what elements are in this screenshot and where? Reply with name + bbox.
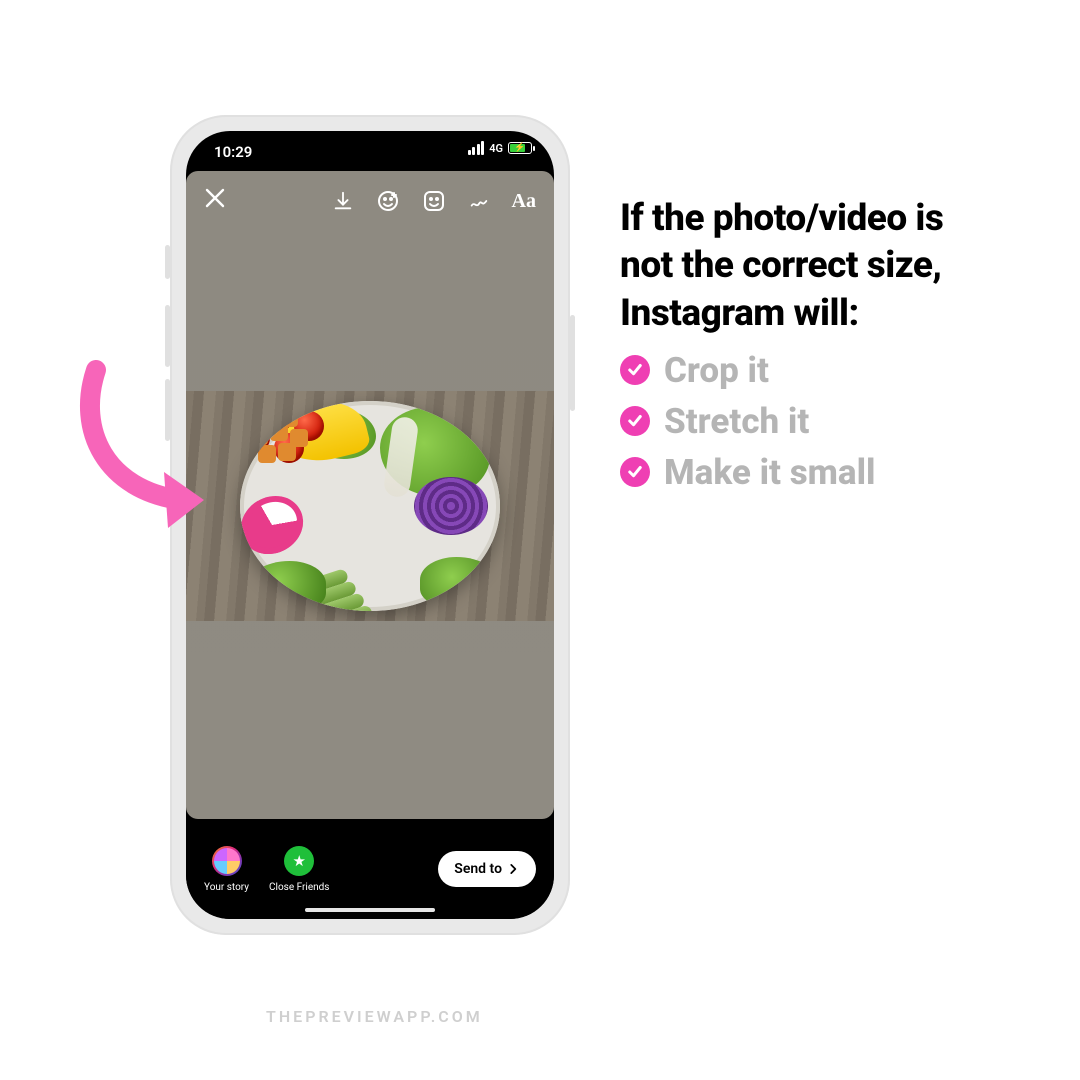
- headline: If the photo/video is not the correct si…: [620, 195, 980, 337]
- download-icon[interactable]: [332, 190, 354, 212]
- phone-mockup: 10:29 4G ⚡: [170, 115, 570, 935]
- close-friends-button[interactable]: Close Friends: [269, 846, 329, 893]
- sticker-icon[interactable]: [422, 189, 446, 213]
- explainer-text: If the photo/video is not the correct si…: [620, 195, 980, 501]
- phone-notch: [280, 131, 460, 159]
- close-icon[interactable]: [204, 186, 226, 216]
- send-to-label: Send to: [454, 861, 502, 877]
- list-item: Crop it: [620, 349, 980, 394]
- phone-side-button: [570, 315, 575, 411]
- chevron-right-icon: [506, 862, 520, 876]
- phone-screen: 10:29 4G ⚡: [186, 131, 554, 919]
- list-item-text: Crop it: [664, 349, 769, 394]
- face-filter-icon[interactable]: [376, 189, 400, 213]
- draw-icon[interactable]: [468, 190, 490, 212]
- checklist: Crop it Stretch it Make it small: [620, 349, 980, 495]
- phone-side-button: [165, 245, 170, 279]
- signal-icon: [468, 141, 485, 155]
- story-bottom-bar: Your story Close Friends Send to: [186, 819, 554, 919]
- your-story-label: Your story: [204, 882, 249, 893]
- phone-side-button: [165, 379, 170, 441]
- home-indicator: [305, 908, 435, 912]
- network-label: 4G: [489, 142, 503, 155]
- status-right: 4G ⚡: [468, 141, 532, 155]
- phone-side-button: [165, 305, 170, 367]
- text-tool-icon[interactable]: Aa: [512, 190, 536, 213]
- editor-toolbar: Aa: [186, 181, 554, 221]
- status-time: 10:29: [214, 143, 252, 161]
- story-photo[interactable]: [186, 391, 554, 621]
- close-friends-label: Close Friends: [269, 882, 329, 893]
- close-friends-star-icon: [284, 846, 314, 876]
- watermark: THEPREVIEWAPP.COM: [266, 1007, 483, 1026]
- checkmark-icon: [620, 457, 650, 487]
- checkmark-icon: [620, 406, 650, 436]
- list-item-text: Make it small: [664, 451, 875, 496]
- list-item: Make it small: [620, 451, 980, 496]
- list-item: Stretch it: [620, 400, 980, 445]
- your-story-button[interactable]: Your story: [204, 846, 249, 893]
- story-editor: Aa: [186, 171, 554, 819]
- your-story-avatar-icon: [212, 846, 242, 876]
- battery-icon: ⚡: [508, 142, 532, 154]
- send-to-button[interactable]: Send to: [438, 851, 536, 887]
- salad-bowl-image: [240, 401, 500, 611]
- checkmark-icon: [620, 355, 650, 385]
- list-item-text: Stretch it: [664, 400, 809, 445]
